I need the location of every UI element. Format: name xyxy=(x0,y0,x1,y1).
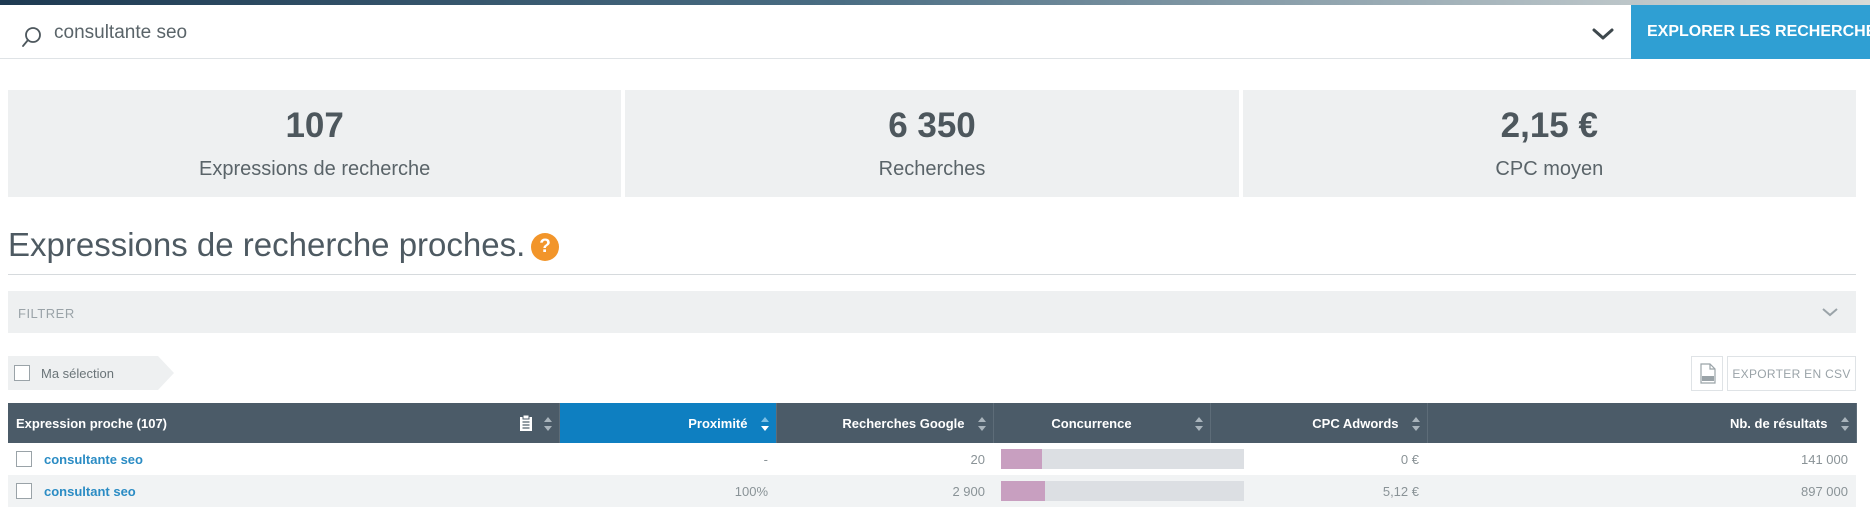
search-input[interactable] xyxy=(54,15,1554,51)
filter-label: FILTRER xyxy=(18,306,75,321)
sort-icon[interactable] xyxy=(543,416,553,432)
cell-expression: consultante seo xyxy=(8,443,559,475)
column-header-google-searches[interactable]: Recherches Google xyxy=(776,403,994,443)
selection-label: Ma sélection xyxy=(41,366,114,381)
row-checkbox[interactable] xyxy=(16,451,32,468)
keyword-link[interactable]: consultant seo xyxy=(44,484,136,499)
stat-value: 107 xyxy=(285,106,344,145)
cell-results: 897 000 xyxy=(1427,475,1856,507)
stats-summary: 107 Expressions de recherche 6 350 Reche… xyxy=(8,90,1856,197)
table-row: consultante seo - 20 0 € 141 000 xyxy=(8,443,1856,475)
cell-proximity: - xyxy=(763,451,768,467)
column-header-label: Proximité xyxy=(688,415,748,431)
table-row: consultant seo 100% 2 900 5,12 € 897 000 xyxy=(8,475,1856,507)
search-icon xyxy=(22,27,41,47)
competition-bar-fill xyxy=(1001,481,1045,501)
column-header-label: Concurrence xyxy=(1051,415,1132,431)
sort-icon[interactable] xyxy=(1411,416,1421,432)
section-title: Expressions de recherche proches. xyxy=(8,226,526,263)
sort-icon[interactable] xyxy=(977,416,987,432)
sort-descending-icon[interactable] xyxy=(760,416,770,432)
cell-results: 141 000 xyxy=(1801,451,1848,467)
csv-file-icon[interactable] xyxy=(1691,356,1723,391)
stat-label: Expressions de recherche xyxy=(199,158,431,180)
selection-checkbox[interactable] xyxy=(14,365,30,381)
column-header-cpc[interactable]: CPC Adwords xyxy=(1210,403,1428,443)
column-header-proximity[interactable]: Proximité xyxy=(559,403,777,443)
column-header-results[interactable]: Nb. de résultats xyxy=(1427,403,1857,443)
cell-proximity: 100% xyxy=(559,475,776,507)
stat-value: 6 350 xyxy=(888,106,976,145)
chevron-down-icon[interactable] xyxy=(1590,23,1616,45)
stat-searches: 6 350 Recherches xyxy=(625,90,1239,197)
column-header-competition[interactable]: Concurrence xyxy=(993,403,1211,443)
row-checkbox[interactable] xyxy=(16,483,32,500)
competition-bar xyxy=(1001,481,1244,501)
competition-bar xyxy=(1001,449,1244,469)
divider xyxy=(8,274,1856,275)
keyword-link[interactable]: consultante seo xyxy=(44,452,143,467)
chevron-down-icon[interactable] xyxy=(1820,304,1840,320)
export-csv-button[interactable]: EXPORTER EN CSV xyxy=(1727,356,1856,391)
stat-cpc: 2,15 € CPC moyen xyxy=(1242,90,1856,197)
column-header-label: Nb. de résultats xyxy=(1729,415,1828,431)
sort-icon[interactable] xyxy=(1840,416,1850,432)
filter-bar[interactable]: FILTRER xyxy=(8,291,1856,333)
competition-bar-fill xyxy=(1001,449,1043,469)
cell-expression: consultant seo xyxy=(8,475,559,507)
column-header-label: Recherches Google xyxy=(842,415,965,431)
keyword-table: Expression proche (107) Proximité Recher… xyxy=(8,403,1857,507)
stat-label: CPC moyen xyxy=(1495,158,1604,180)
help-icon[interactable]: ? xyxy=(531,233,559,261)
cell-competition xyxy=(993,443,1244,475)
explore-searches-button[interactable]: EXPLORER LES RECHERCHES xyxy=(1631,5,1870,59)
my-selection-toggle[interactable]: Ma sélection xyxy=(8,356,174,390)
cell-competition xyxy=(993,475,1244,507)
cell-searches: 20 xyxy=(970,451,985,467)
sort-icon[interactable] xyxy=(1194,416,1204,432)
table-header-row: Expression proche (107) Proximité Recher… xyxy=(8,403,1857,443)
column-header-label: Expression proche (107) xyxy=(16,415,167,431)
stat-expressions: 107 Expressions de recherche xyxy=(8,90,622,197)
clipboard-icon[interactable] xyxy=(519,414,533,432)
stat-value: 2,15 € xyxy=(1500,106,1598,145)
search-bar xyxy=(0,5,1870,59)
stat-label: Recherches xyxy=(878,158,986,180)
column-header-label: CPC Adwords xyxy=(1312,415,1399,431)
column-header-expression[interactable]: Expression proche (107) xyxy=(8,403,560,443)
cell-searches: 2 900 xyxy=(776,475,993,507)
